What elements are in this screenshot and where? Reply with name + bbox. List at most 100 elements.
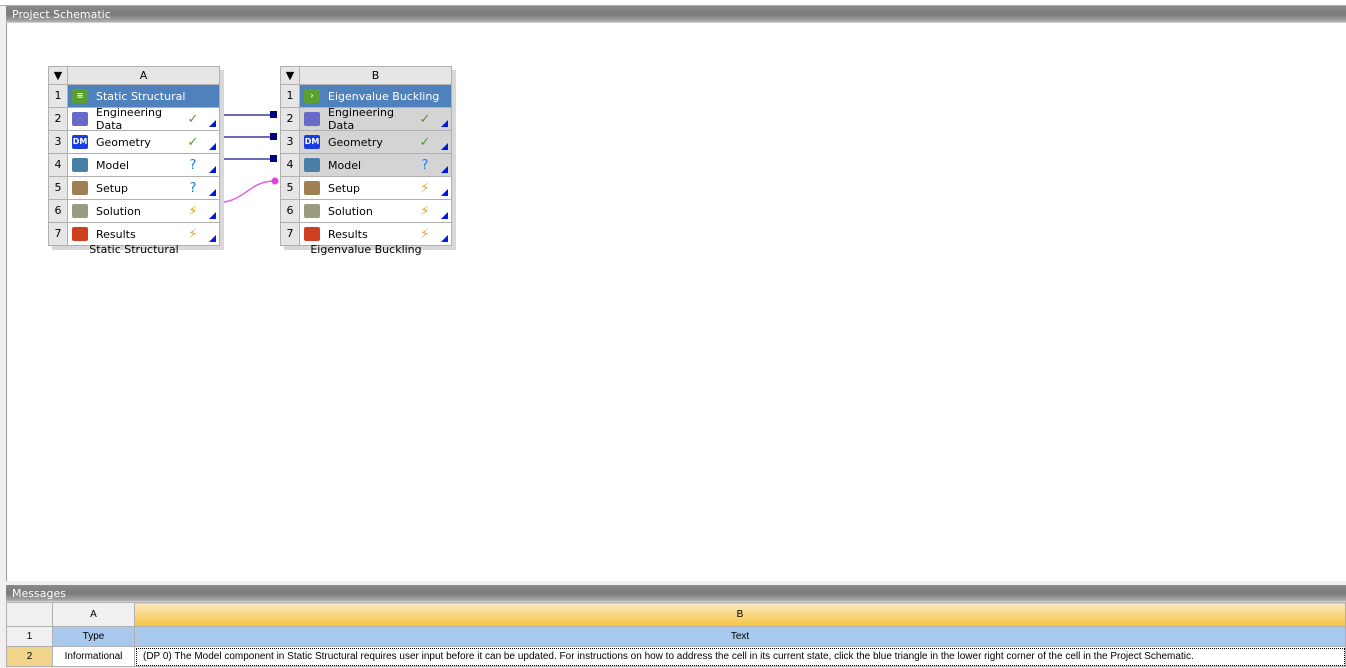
cell-options-triangle-icon[interactable] (209, 189, 216, 196)
cell-label: Geometry (328, 135, 383, 149)
cell-label: Setup (328, 181, 361, 195)
message-text[interactable]: (DP 0) The Model component in Static Str… (134, 646, 1346, 667)
corner-cell (6, 602, 53, 627)
solution-icon (72, 204, 88, 218)
type-header: Type (52, 626, 135, 647)
cell-label: Engineering Data (96, 106, 162, 132)
system-title: Static Structural (96, 89, 186, 103)
cell-options-triangle-icon[interactable] (209, 143, 216, 150)
cell-row-model[interactable]: 4 Model? (49, 154, 219, 177)
model-icon (72, 158, 88, 172)
cell-row-geometry[interactable]: 3 DM Geometry ✓ (281, 131, 451, 154)
system-column-letter: A (139, 69, 148, 82)
status-lightning-icon: ⚡ (420, 203, 430, 219)
link-end-model (270, 155, 277, 162)
project-schematic-canvas[interactable]: ▼ A 1 ≡ Static Structural 2 Engineering Data ✓… (6, 23, 1346, 581)
messages-header: Messages (6, 585, 1346, 602)
cell-label: Solution (328, 204, 373, 218)
results-icon (304, 227, 320, 241)
cell-row-model[interactable]: 4 Model? (281, 154, 451, 177)
engineering-data-icon (304, 112, 320, 126)
cell-row-engineering-data[interactable]: 2 Engineering Data ✓ (281, 106, 451, 132)
column-header-b[interactable]: B (134, 602, 1346, 627)
row-number: 5 (281, 177, 300, 199)
cell-options-triangle-icon[interactable] (209, 235, 216, 242)
cell-options-triangle-icon[interactable] (441, 189, 448, 196)
system-title-cell[interactable]: › Eigenvalue Buckling (300, 85, 451, 107)
status-check-icon: ✓ (419, 134, 431, 150)
status-check-icon: ✓ (187, 134, 199, 150)
system-title: Eigenvalue Buckling (328, 89, 440, 103)
row-number: 5 (49, 177, 68, 199)
link-end-engineering-data (270, 111, 277, 118)
cell-label: Results (328, 227, 368, 241)
system-menu-button[interactable]: ▼ (49, 67, 68, 84)
column-header-a[interactable]: A (52, 602, 135, 627)
cell-row-setup[interactable]: 5 Setup ⚡ (281, 177, 451, 200)
cell-options-triangle-icon[interactable] (441, 235, 448, 242)
cell-label: Solution (96, 204, 141, 218)
system-name-label[interactable]: Static Structural (48, 243, 220, 256)
cell-row-solution[interactable]: 6 Solution ⚡ (49, 200, 219, 223)
cell-label: Geometry (96, 135, 151, 149)
row-number: 4 (281, 154, 300, 176)
status-question-icon: ? (189, 180, 197, 196)
cell-options-triangle-icon[interactable] (441, 120, 448, 127)
engineering-data-icon (72, 112, 88, 126)
cell-options-triangle-icon[interactable] (209, 166, 216, 173)
row-number: 2 (281, 108, 300, 130)
system-b[interactable]: ▼ B 1 › Eigenvalue Buckling 2 Engineering Dat… (280, 66, 456, 256)
cell-row-setup[interactable]: 5 Setup? (49, 177, 219, 200)
setup-icon (72, 181, 88, 195)
setup-icon (304, 181, 320, 195)
geometry-dm-icon: DM (304, 135, 320, 149)
row-number: 3 (281, 131, 300, 153)
row-number: 4 (49, 154, 68, 176)
system-a[interactable]: ▼ A 1 ≡ Static Structural 2 Engineering Data ✓… (48, 66, 224, 256)
cell-options-triangle-icon[interactable] (441, 143, 448, 150)
text-header: Text (134, 626, 1346, 647)
cell-options-triangle-icon[interactable] (209, 212, 216, 219)
status-lightning-icon: ⚡ (188, 226, 198, 242)
row-number: 1 (49, 85, 68, 107)
cell-label: Model (96, 158, 130, 172)
cell-label: Setup (96, 181, 129, 195)
link-end-geometry (270, 133, 277, 140)
row-number: 2 (49, 108, 68, 130)
row-number: 1 (281, 85, 300, 107)
row-number: 3 (49, 131, 68, 153)
status-question-icon: ? (421, 157, 429, 173)
status-question-icon: ? (189, 157, 197, 173)
status-lightning-icon: ⚡ (188, 203, 198, 219)
system-name-label[interactable]: Eigenvalue Buckling (280, 243, 452, 256)
status-lightning-icon: ⚡ (420, 226, 430, 242)
link-end-setup (271, 177, 279, 185)
message-type[interactable]: Informational (52, 646, 135, 667)
system-title-cell[interactable]: ≡ Static Structural (68, 85, 219, 107)
row-number: 7 (49, 223, 68, 245)
solution-icon (304, 204, 320, 218)
cell-row-engineering-data[interactable]: 2 Engineering Data ✓ (49, 106, 219, 132)
cell-label: Engineering Data (328, 106, 394, 132)
cell-label: Results (96, 227, 136, 241)
results-icon (72, 227, 88, 241)
model-icon (304, 158, 320, 172)
messages-table: A B 1 Type Text 2 Informational (DP 0) T… (6, 602, 1346, 667)
cell-options-triangle-icon[interactable] (209, 120, 216, 127)
row-number: 6 (49, 200, 68, 222)
cell-row-solution[interactable]: 6 Solution ⚡ (281, 200, 451, 223)
status-check-icon: ✓ (419, 111, 431, 127)
row-number: 2 (6, 646, 53, 667)
system-menu-button[interactable]: ▼ (281, 67, 300, 84)
cell-options-triangle-icon[interactable] (441, 166, 448, 173)
cell-label: Model (328, 158, 362, 172)
row-number: 1 (6, 626, 53, 647)
eigenvalue-buckling-icon: › (304, 89, 320, 103)
cell-row-geometry[interactable]: 3 DM Geometry ✓ (49, 131, 219, 154)
system-column-letter: B (371, 69, 380, 82)
status-check-icon: ✓ (187, 111, 199, 127)
cell-options-triangle-icon[interactable] (441, 212, 448, 219)
static-structural-icon: ≡ (72, 89, 88, 103)
row-number: 6 (281, 200, 300, 222)
status-lightning-icon: ⚡ (420, 180, 430, 196)
